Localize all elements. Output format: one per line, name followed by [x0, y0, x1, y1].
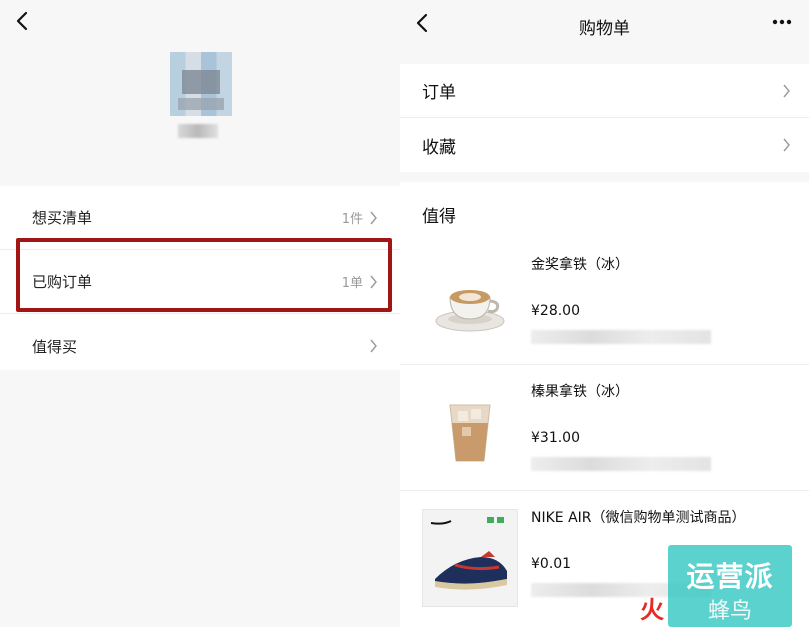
watermark-subtitle: 蜂鸟 — [707, 599, 752, 624]
product-name: 榛果拿铁（冰） — [531, 384, 629, 400]
list-item-worth-buying[interactable]: 值得买 — [0, 314, 400, 378]
right-topbar: 购物单 — [400, 0, 809, 52]
list-item-wishlist[interactable]: 想买清单 1件 — [0, 186, 400, 250]
page-title: 购物单 — [579, 19, 630, 39]
product-card-latte[interactable]: 金奖拿铁（冰） ¥28.00 — [400, 238, 809, 364]
chevron-right-icon — [370, 339, 377, 353]
product-name: NIKE AIR（微信购物单测试商品） — [531, 510, 746, 526]
list-item-meta: 1件 — [342, 186, 378, 249]
back-arrow-icon[interactable] — [12, 10, 34, 32]
list-item-label: 想买清单 — [32, 209, 93, 227]
list-item-count: 1件 — [341, 212, 363, 227]
watermark-logo: 运营派 蜂鸟 — [668, 545, 792, 627]
right-panel: 购物单 订单 收藏 值得 金奖拿铁（冰） ¥28.00 榛果拿铁（冰） ¥31.… — [400, 0, 809, 627]
menu-item-orders[interactable]: 订单 — [400, 64, 809, 118]
chevron-right-icon — [783, 138, 790, 152]
menu-item-label: 收藏 — [422, 137, 456, 158]
product-card-hazelnut-latte[interactable]: 榛果拿铁（冰） ¥31.00 — [400, 364, 809, 490]
product-price: ¥28.00 — [531, 303, 580, 319]
list-item-purchased[interactable]: 已购订单 1单 — [0, 250, 400, 314]
blurred-text — [531, 330, 711, 344]
chevron-right-icon — [370, 211, 377, 224]
chevron-right-icon — [783, 84, 790, 98]
list-item-label: 值得买 — [32, 337, 78, 356]
list-item-label: 已购订单 — [32, 273, 93, 291]
coffee-cup-icon — [435, 290, 505, 332]
list-item-meta — [363, 314, 378, 378]
watermark-title: 运营派 — [686, 560, 774, 593]
blurred-username — [178, 124, 218, 138]
list-item-meta: 1单 — [342, 250, 378, 313]
section-title: 值得 — [422, 207, 456, 227]
sneaker-icon — [430, 517, 507, 590]
left-panel: 想买清单 1件 已购订单 1单 值得买 — [0, 0, 400, 627]
avatar — [170, 52, 232, 116]
list-item-count: 1单 — [341, 276, 363, 291]
left-topbar — [0, 0, 400, 52]
product-name: 金奖拿铁（冰） — [531, 257, 629, 273]
blurred-text — [531, 457, 711, 471]
product-image — [422, 509, 518, 607]
product-price: ¥0.01 — [531, 556, 572, 572]
top-menu: 订单 收藏 — [400, 64, 809, 172]
product-image — [422, 383, 518, 481]
menu-item-favorites[interactable]: 收藏 — [400, 118, 809, 172]
left-list: 想买清单 1件 已购订单 1单 值得买 — [0, 186, 400, 378]
watermark-red-mark: 火 — [640, 596, 664, 624]
product-image — [422, 256, 518, 354]
product-price: ¥31.00 — [531, 430, 580, 446]
more-options-icon[interactable] — [771, 18, 793, 26]
iced-coffee-icon — [449, 404, 491, 462]
menu-item-label: 订单 — [422, 83, 456, 103]
chevron-right-icon — [370, 275, 377, 288]
profile-area — [0, 52, 400, 186]
empty-area — [0, 370, 400, 627]
